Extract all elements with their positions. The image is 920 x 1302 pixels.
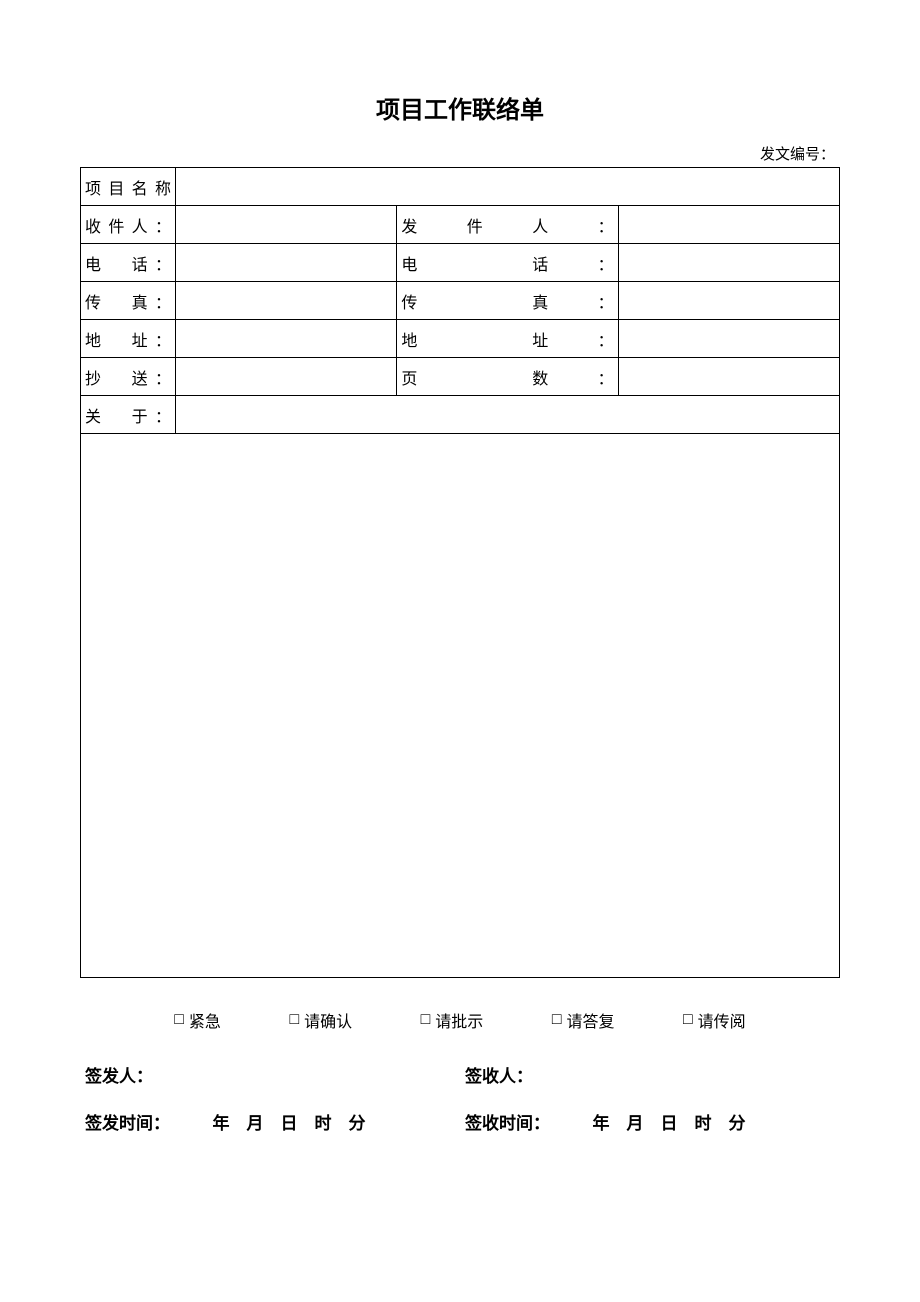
checkbox-reply[interactable]: □ 请答复 <box>552 1008 615 1032</box>
checkbox-row: □ 紧急 □ 请确认 □ 请批示 □ 请答复 □ 请传阅 <box>80 978 840 1062</box>
checkbox-label: 紧急 <box>189 1008 221 1032</box>
checkbox-approve[interactable]: □ 请批示 <box>421 1008 484 1032</box>
issuer-label: 签发人： <box>80 1062 460 1087</box>
value-about[interactable] <box>176 396 840 434</box>
checkbox-label: 请传阅 <box>698 1008 746 1032</box>
checkbox-box-icon: □ <box>289 1012 299 1028</box>
receive-time-parts: 年 月 日 时 分 <box>593 1114 746 1133</box>
issue-time-label: 签发时间： <box>85 1114 170 1133</box>
checkbox-label: 请答复 <box>566 1008 614 1032</box>
label-phone-right: 电 话： <box>397 244 618 282</box>
value-recipient[interactable] <box>176 206 397 244</box>
checkbox-box-icon: □ <box>683 1012 693 1028</box>
checkbox-confirm[interactable]: □ 请确认 <box>289 1008 352 1032</box>
value-phone-right[interactable] <box>618 244 839 282</box>
checkbox-box-icon: □ <box>174 1012 184 1028</box>
checkbox-box-icon: □ <box>552 1012 562 1028</box>
value-fax-left[interactable] <box>176 282 397 320</box>
label-fax-left: 传 真： <box>81 282 176 320</box>
value-cc[interactable] <box>176 358 397 396</box>
value-pages[interactable] <box>618 358 839 396</box>
form-table: 项目名称 收件人： 发件人： 电 话： 电 话： 传 真： 传 真： 地 址： … <box>80 167 840 978</box>
label-fax-right: 传 真： <box>397 282 618 320</box>
checkbox-circulate[interactable]: □ 请传阅 <box>683 1008 746 1032</box>
label-sender: 发件人： <box>397 206 618 244</box>
label-address-right: 地 址： <box>397 320 618 358</box>
value-sender[interactable] <box>618 206 839 244</box>
checkbox-urgent[interactable]: □ 紧急 <box>174 1008 221 1032</box>
doc-number-label: 发文编号： <box>80 143 840 164</box>
checkbox-label: 请批示 <box>435 1008 483 1032</box>
value-address-left[interactable] <box>176 320 397 358</box>
value-fax-right[interactable] <box>618 282 839 320</box>
label-cc: 抄 送： <box>81 358 176 396</box>
signature-times-row: 签发时间： 年 月 日 时 分 签收时间： 年 月 日 时 分 <box>80 1109 840 1156</box>
signature-persons-row: 签发人： 签收人： <box>80 1062 840 1109</box>
label-project-name: 项目名称 <box>81 168 176 206</box>
value-body[interactable] <box>81 434 840 978</box>
checkbox-label: 请确认 <box>304 1008 352 1032</box>
value-phone-left[interactable] <box>176 244 397 282</box>
receiver-label: 签收人： <box>460 1062 840 1087</box>
checkbox-box-icon: □ <box>421 1012 431 1028</box>
issue-time-parts: 年 月 日 时 分 <box>213 1114 366 1133</box>
form-title: 项目工作联络单 <box>80 90 840 125</box>
label-address-left: 地 址： <box>81 320 176 358</box>
value-address-right[interactable] <box>618 320 839 358</box>
value-project-name[interactable] <box>176 168 840 206</box>
label-about: 关 于： <box>81 396 176 434</box>
receive-time-label: 签收时间： <box>465 1114 550 1133</box>
label-recipient: 收件人： <box>81 206 176 244</box>
label-pages: 页 数： <box>397 358 618 396</box>
label-phone-left: 电 话： <box>81 244 176 282</box>
